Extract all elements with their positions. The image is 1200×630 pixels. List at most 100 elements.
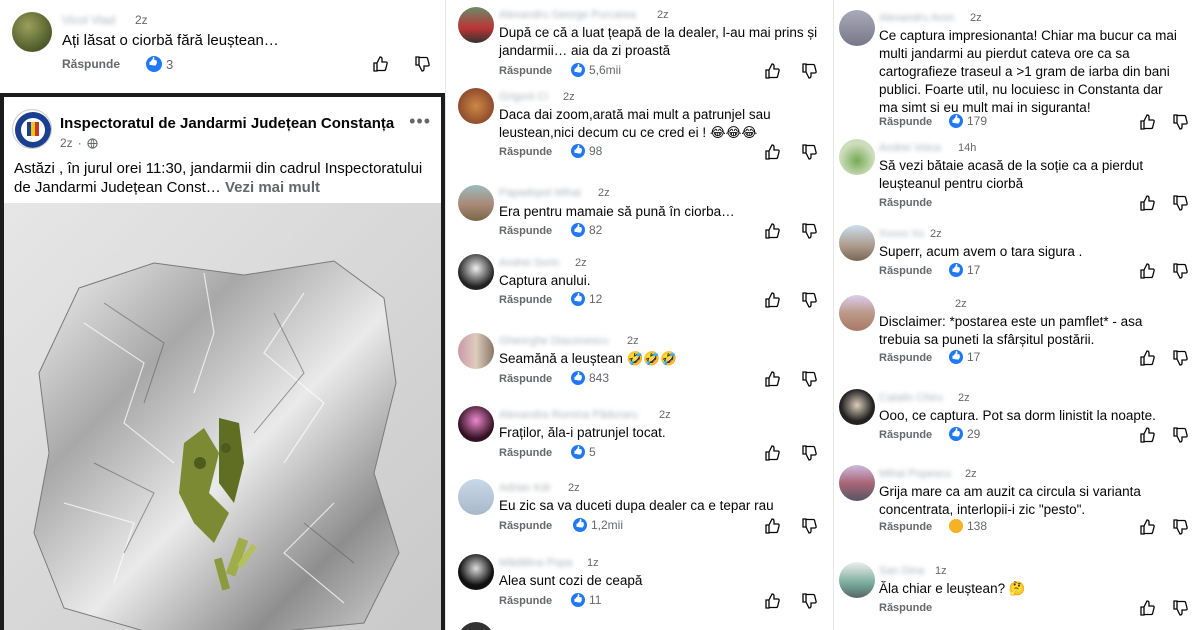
comment-time[interactable]: 2z xyxy=(958,392,970,404)
reply-button[interactable]: Răspunde xyxy=(499,294,552,306)
commenter-name[interactable]: San Dina xyxy=(879,565,924,577)
comment-time[interactable]: 2z xyxy=(955,298,967,310)
reply-button[interactable]: Răspunde xyxy=(879,602,932,614)
avatar[interactable] xyxy=(458,406,494,442)
thumbs-down-icon[interactable] xyxy=(1172,600,1188,616)
like-count[interactable]: 138 xyxy=(949,519,987,533)
avatar[interactable] xyxy=(12,12,52,52)
reply-button[interactable]: Răspunde xyxy=(879,352,932,364)
commenter-name[interactable]: Gheorghe Diaconescu xyxy=(499,335,608,347)
thumbs-up-icon[interactable] xyxy=(764,223,780,239)
avatar[interactable] xyxy=(458,622,494,630)
see-more-link[interactable]: Vezi mai mult xyxy=(225,179,320,196)
comment-time[interactable]: 1z xyxy=(587,557,599,569)
like-count[interactable]: 29 xyxy=(949,427,980,441)
thumbs-up-icon[interactable] xyxy=(764,63,780,79)
like-count[interactable]: 82 xyxy=(571,223,602,237)
reply-button[interactable]: Răspunde xyxy=(499,65,552,77)
commenter-name[interactable]: Andrei Voica xyxy=(879,142,941,154)
commenter-name[interactable]: Grigorii Ci xyxy=(499,91,548,103)
comment-time[interactable]: 2z xyxy=(965,468,977,480)
comment-time[interactable]: 1z xyxy=(935,565,947,577)
commenter-name[interactable]: Alexandru Aron xyxy=(879,12,954,24)
reply-button[interactable]: Răspunde xyxy=(879,429,932,441)
reply-button[interactable]: Răspunde xyxy=(499,225,552,237)
thumbs-down-icon[interactable] xyxy=(1172,263,1188,279)
avatar[interactable] xyxy=(458,554,494,590)
like-count[interactable]: 3 xyxy=(146,56,173,72)
comment-time[interactable]: 2z xyxy=(657,9,669,21)
like-count[interactable]: 843 xyxy=(571,371,609,385)
comment-time[interactable]: 2z xyxy=(575,257,587,269)
like-count[interactable]: 11 xyxy=(571,593,601,607)
post-menu-button[interactable]: ••• xyxy=(409,111,431,132)
comment-time[interactable]: 2z xyxy=(970,12,982,24)
like-count[interactable]: 5,6mii xyxy=(571,63,621,77)
thumbs-up-icon[interactable] xyxy=(764,144,780,160)
thumbs-up-icon[interactable] xyxy=(764,445,780,461)
thumbs-up-icon[interactable] xyxy=(764,518,780,534)
thumbs-up-icon[interactable] xyxy=(1139,263,1155,279)
avatar[interactable] xyxy=(458,7,494,43)
reply-button[interactable]: Răspunde xyxy=(879,197,932,209)
commenter-name[interactable]: Mihai Popescu xyxy=(879,468,951,480)
avatar[interactable] xyxy=(839,295,875,331)
thumbs-down-icon[interactable] xyxy=(801,518,817,534)
thumbs-up-icon[interactable] xyxy=(1139,519,1155,535)
comment-time[interactable]: 2z xyxy=(568,482,580,494)
commenter-name[interactable]: Papadopol Mihai xyxy=(499,187,581,199)
commenter-name[interactable]: Vicol Vlad xyxy=(62,13,115,27)
like-count[interactable]: 17 xyxy=(949,263,980,277)
thumbs-down-icon[interactable] xyxy=(1172,427,1188,443)
post-time[interactable]: 2z xyxy=(60,136,73,150)
comment-time[interactable]: 2z xyxy=(135,13,148,27)
avatar[interactable] xyxy=(458,185,494,221)
reply-button[interactable]: Răspunde xyxy=(879,265,932,277)
page-name[interactable]: Inspectoratul de Jandarmi Județean Const… xyxy=(60,115,394,132)
commenter-name[interactable]: Catalin Chiru xyxy=(879,392,943,404)
comment-time[interactable]: 2z xyxy=(930,228,942,240)
comment-time[interactable]: 2z xyxy=(598,187,610,199)
reply-button[interactable]: Răspunde xyxy=(499,146,552,158)
thumbs-down-icon[interactable] xyxy=(801,445,817,461)
thumbs-up-icon[interactable] xyxy=(372,56,388,72)
thumbs-up-icon[interactable] xyxy=(1139,350,1155,366)
avatar[interactable] xyxy=(458,88,494,124)
thumbs-down-icon[interactable] xyxy=(801,292,817,308)
thumbs-down-icon[interactable] xyxy=(414,56,430,72)
reply-button[interactable]: Răspunde xyxy=(879,116,932,128)
avatar[interactable] xyxy=(458,479,494,515)
like-count[interactable]: 98 xyxy=(571,144,602,158)
reply-button[interactable]: Răspunde xyxy=(879,521,932,533)
reply-button[interactable]: Răspunde xyxy=(62,57,120,71)
thumbs-down-icon[interactable] xyxy=(801,371,817,387)
avatar[interactable] xyxy=(839,465,875,501)
comment-time[interactable]: 14h xyxy=(958,142,976,154)
thumbs-down-icon[interactable] xyxy=(1172,114,1188,130)
comment-time[interactable]: 2z xyxy=(627,335,639,347)
like-count[interactable]: 17 xyxy=(949,350,980,364)
thumbs-down-icon[interactable] xyxy=(801,223,817,239)
avatar[interactable] xyxy=(839,10,875,46)
thumbs-up-icon[interactable] xyxy=(764,371,780,387)
thumbs-down-icon[interactable] xyxy=(801,144,817,160)
avatar[interactable] xyxy=(839,389,875,425)
comment-time[interactable]: 2z xyxy=(563,91,575,103)
thumbs-down-icon[interactable] xyxy=(1172,195,1188,211)
post-photo[interactable] xyxy=(4,203,441,630)
thumbs-up-icon[interactable] xyxy=(1139,114,1155,130)
reply-button[interactable]: Răspunde xyxy=(499,447,552,459)
thumbs-up-icon[interactable] xyxy=(764,292,780,308)
reply-button[interactable]: Răspunde xyxy=(499,520,552,532)
reply-button[interactable]: Răspunde xyxy=(499,373,552,385)
thumbs-up-icon[interactable] xyxy=(1139,600,1155,616)
thumbs-up-icon[interactable] xyxy=(764,593,780,609)
avatar[interactable] xyxy=(839,225,875,261)
thumbs-up-icon[interactable] xyxy=(1139,195,1155,211)
avatar[interactable] xyxy=(458,254,494,290)
reply-button[interactable]: Răspunde xyxy=(499,595,552,607)
like-count[interactable]: 179 xyxy=(949,114,987,128)
commenter-name[interactable]: Adrian Kdr xyxy=(499,482,551,494)
thumbs-down-icon[interactable] xyxy=(1172,350,1188,366)
thumbs-down-icon[interactable] xyxy=(1172,519,1188,535)
